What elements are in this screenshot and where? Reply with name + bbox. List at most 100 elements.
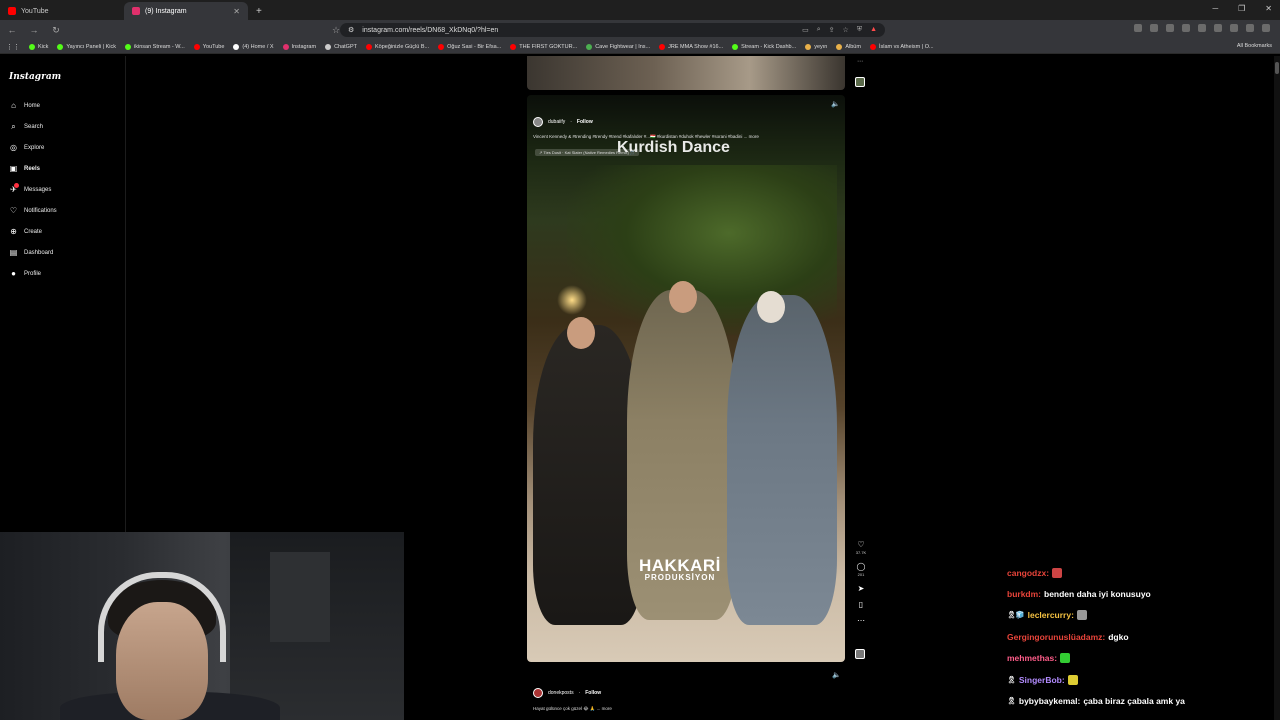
- bookmark-item[interactable]: yeyın: [805, 43, 828, 50]
- chat-badge-icon: 🎗🧊: [1007, 612, 1025, 620]
- chat-username[interactable]: Gergingorunuslüadamz:: [1007, 632, 1105, 642]
- extension-icon[interactable]: [1246, 24, 1254, 32]
- reel-audio-track[interactable]: ↗ Ties Dusit · Kat Slater (Native Remedi…: [535, 149, 639, 156]
- save-icon[interactable]: ▯: [859, 600, 863, 609]
- instagram-logo[interactable]: Instagram: [9, 72, 61, 82]
- audio-thumbnail[interactable]: [855, 77, 865, 87]
- sidebar-item-create[interactable]: ⊕ Create: [9, 227, 42, 236]
- close-tab-icon[interactable]: ✕: [233, 7, 240, 16]
- bookmark-item[interactable]: İslam vs Atheism | O...: [869, 43, 934, 50]
- page-scrollbar[interactable]: [1274, 56, 1280, 720]
- extension-icon[interactable]: [1150, 24, 1158, 32]
- menu-icon[interactable]: [1262, 24, 1270, 32]
- mute-icon[interactable]: 🔈: [831, 100, 840, 108]
- extension-icon[interactable]: [1134, 24, 1142, 32]
- like-count: 37.7K: [855, 550, 867, 555]
- star-icon[interactable]: ☆: [843, 26, 849, 34]
- window-controls: ─ ❐ ✕: [1212, 4, 1272, 13]
- chat-username[interactable]: mehmethas:: [1007, 653, 1057, 663]
- bookmark-item[interactable]: JRE MMA Show #16...: [659, 43, 723, 50]
- like-icon[interactable]: ♡: [857, 540, 864, 549]
- bookmark-label: Yayıncı Paneli | Kick: [66, 43, 117, 50]
- url-bar[interactable]: ⚙ instagram.com/reels/DN68_XkDNq0/?hl=en…: [340, 23, 885, 37]
- bookmark-label: YouTube: [202, 43, 225, 50]
- bookmark-item[interactable]: Stream - Kick Dashb...: [732, 43, 796, 50]
- follow-button[interactable]: Follow: [577, 119, 593, 125]
- extension-icon[interactable]: [1214, 24, 1222, 32]
- all-bookmarks-button[interactable]: All Bookmarks: [1237, 43, 1272, 49]
- bookmark-item[interactable]: (4) Home / X: [233, 43, 274, 50]
- reel-username[interactable]: donekposts: [548, 690, 574, 696]
- bookmark-item[interactable]: Cave Fightwear | Ins...: [586, 43, 650, 50]
- webcam-overlay: [0, 532, 404, 720]
- restore-icon[interactable]: ❐: [1238, 4, 1245, 13]
- extension-icon[interactable]: [1166, 24, 1174, 32]
- sidebar-item-profile[interactable]: ● Profile: [9, 269, 41, 278]
- comment-icon[interactable]: ◯: [857, 562, 866, 571]
- next-reel-caption[interactable]: Hayat gülünce çok güzel 😂 🙏 ... more: [533, 706, 612, 712]
- bookmark-item[interactable]: ChatGPT: [325, 43, 357, 50]
- tab-youtube[interactable]: YouTube: [0, 2, 124, 20]
- chat-username[interactable]: bybybaykemal:: [1019, 696, 1080, 706]
- extension-icon[interactable]: [1198, 24, 1206, 32]
- cast-icon[interactable]: ▭: [802, 26, 809, 34]
- watermark-line: PRODUKSİYON: [644, 573, 716, 582]
- bookmark-item[interactable]: Köpeğinizle Güçlü B...: [366, 43, 429, 50]
- mute-icon[interactable]: 🔈: [832, 671, 841, 679]
- close-window-icon[interactable]: ✕: [1265, 4, 1272, 13]
- forward-icon[interactable]: →: [28, 25, 40, 35]
- chat-username[interactable]: SingerBob:: [1019, 675, 1065, 685]
- alert-icon[interactable]: ▲: [870, 26, 877, 34]
- bookmark-label: yeyın: [814, 43, 828, 50]
- tab-instagram[interactable]: (9) Instagram ✕: [124, 2, 248, 20]
- reload-icon[interactable]: ↻: [50, 25, 62, 36]
- bookmark-item[interactable]: Yayıncı Paneli | Kick: [57, 43, 117, 50]
- sidebar-item-messages[interactable]: ✈ Messages: [9, 183, 51, 194]
- video-dancer-head: [567, 317, 595, 349]
- chat-username[interactable]: burkdm:: [1007, 589, 1041, 599]
- chat-message: cangodzx:: [1007, 562, 1267, 583]
- reel-username[interactable]: dubaiify: [548, 119, 565, 125]
- extension-icon[interactable]: [1230, 24, 1238, 32]
- previous-reel-thumbnail[interactable]: [527, 56, 845, 90]
- chat-message: Gergingorunuslüadamz: dgko: [1007, 626, 1267, 647]
- shield-icon[interactable]: ⛨: [857, 26, 862, 34]
- sidebar-item-reels[interactable]: ▣ Reels: [9, 164, 40, 173]
- share-icon[interactable]: ⇪: [829, 26, 835, 34]
- sidebar-item-search[interactable]: ⌕ Search: [9, 122, 43, 131]
- more-options-icon[interactable]: ⋯: [857, 58, 863, 65]
- bookmark-icon: [659, 43, 666, 50]
- bookmark-item[interactable]: ikinsan Stream - W...: [125, 43, 185, 50]
- more-options-icon[interactable]: ⋯: [857, 616, 865, 625]
- bookmark-item[interactable]: YouTube: [193, 43, 225, 50]
- bookmark-item[interactable]: Oğuz Sasi - Bir Efsa...: [438, 43, 501, 50]
- bookmark-icon: [325, 43, 332, 50]
- back-icon[interactable]: ←: [6, 25, 18, 35]
- audio-thumbnail[interactable]: [855, 649, 865, 659]
- scrollbar-thumb[interactable]: [1275, 62, 1279, 74]
- avatar[interactable]: [533, 688, 543, 698]
- bookmark-item[interactable]: Kick: [29, 43, 48, 50]
- sidebar-item-explore[interactable]: ◎ Explore: [9, 143, 44, 152]
- home-icon: ⌂: [11, 101, 16, 110]
- share-icon[interactable]: ➤: [858, 584, 865, 593]
- sidebar-item-home[interactable]: ⌂ Home: [9, 101, 40, 110]
- new-tab-button[interactable]: +: [248, 6, 270, 20]
- minimize-icon[interactable]: ─: [1212, 4, 1218, 13]
- chat-username[interactable]: cangodzx:: [1007, 568, 1049, 578]
- nav-label: Profile: [24, 270, 42, 277]
- bookmark-item[interactable]: THE FIRST GOKTUR...: [510, 43, 577, 50]
- follow-button[interactable]: Follow: [585, 690, 601, 696]
- apps-icon[interactable]: ⋮⋮: [6, 43, 20, 51]
- bookmark-item[interactable]: Instagram: [282, 43, 316, 50]
- zoom-icon[interactable]: ⌕: [817, 26, 821, 34]
- avatar[interactable]: [533, 117, 543, 127]
- extension-icon[interactable]: [1182, 24, 1190, 32]
- sidebar-item-dashboard[interactable]: ▤ Dashboard: [9, 248, 54, 257]
- bookmark-item[interactable]: Albüm: [836, 43, 861, 50]
- reel-video[interactable]: 🔈 dubaiify · Follow Vincent Kennedy & #t…: [527, 95, 845, 662]
- sidebar-item-notifications[interactable]: ♡ Notifications: [9, 206, 57, 215]
- site-info-icon[interactable]: ⚙: [348, 26, 354, 34]
- chat-username[interactable]: leclercurry:: [1028, 610, 1074, 620]
- stream-chat: cangodzx: burkdm: benden daha iyi konusuyo…: [1007, 562, 1267, 712]
